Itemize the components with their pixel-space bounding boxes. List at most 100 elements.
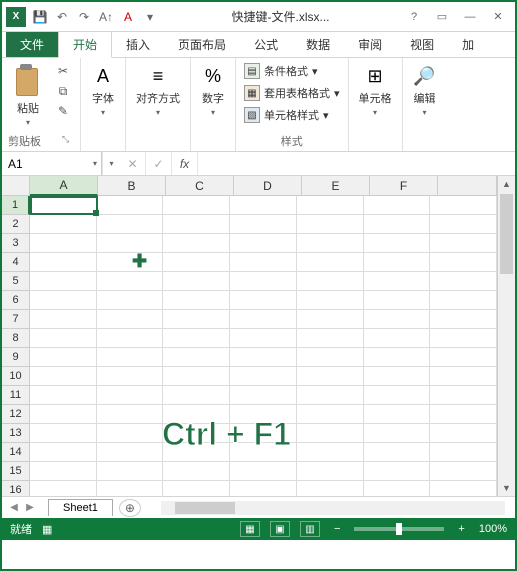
cell[interactable] [30, 253, 97, 272]
cell[interactable] [230, 348, 297, 367]
cell[interactable] [30, 329, 97, 348]
cell[interactable] [163, 215, 230, 234]
select-all-button[interactable] [2, 176, 30, 196]
cell[interactable] [430, 329, 497, 348]
cell[interactable] [230, 386, 297, 405]
cell[interactable] [230, 196, 297, 215]
cell[interactable] [30, 367, 97, 386]
clipboard-expand-button[interactable]: ⤡ [62, 134, 74, 146]
cell[interactable] [97, 443, 164, 462]
macro-recording-icon[interactable]: ▦ [42, 523, 52, 536]
row-header-15[interactable]: 15 [2, 462, 30, 481]
cell[interactable] [163, 367, 230, 386]
cell[interactable] [30, 405, 97, 424]
cell[interactable] [297, 291, 364, 310]
cell[interactable] [364, 348, 431, 367]
cell[interactable] [163, 196, 230, 215]
row-header-6[interactable]: 6 [2, 291, 30, 310]
horizontal-scrollbar[interactable] [161, 501, 505, 515]
sheet-tab-1[interactable]: Sheet1 [48, 499, 113, 516]
cell[interactable] [97, 481, 164, 496]
cell[interactable] [297, 462, 364, 481]
row-header-4[interactable]: 4 [2, 253, 30, 272]
number-group-button[interactable]: %数字▾ [197, 62, 229, 119]
cell[interactable] [364, 291, 431, 310]
row-header-3[interactable]: 3 [2, 234, 30, 253]
tab-page-layout[interactable]: 页面布局 [164, 32, 240, 57]
view-page-break-button[interactable]: ▥ [300, 521, 320, 537]
cell[interactable] [364, 424, 431, 443]
cell[interactable] [230, 234, 297, 253]
cell[interactable] [30, 215, 97, 234]
cell[interactable] [163, 253, 230, 272]
zoom-in-button[interactable]: + [454, 523, 468, 535]
cell[interactable] [297, 348, 364, 367]
cell[interactable] [364, 405, 431, 424]
ribbon-display-button[interactable]: ▭ [429, 7, 455, 27]
row-header-14[interactable]: 14 [2, 443, 30, 462]
cell[interactable] [297, 367, 364, 386]
vertical-scrollbar[interactable]: ▲ ▼ [497, 176, 515, 496]
cell[interactable] [163, 462, 230, 481]
cell[interactable] [297, 215, 364, 234]
cell[interactable] [97, 196, 164, 215]
cell[interactable] [163, 405, 230, 424]
cell[interactable] [230, 215, 297, 234]
cell[interactable] [97, 462, 164, 481]
row-header-1[interactable]: 1 [2, 196, 30, 215]
format-painter-button[interactable]: ✎ [52, 102, 74, 120]
zoom-slider[interactable] [354, 527, 444, 531]
cell[interactable] [97, 234, 164, 253]
cell[interactable] [97, 272, 164, 291]
cell[interactable] [30, 386, 97, 405]
cell[interactable] [30, 348, 97, 367]
cell[interactable] [297, 443, 364, 462]
cell[interactable] [430, 481, 497, 496]
cell[interactable] [30, 462, 97, 481]
cell[interactable] [97, 405, 164, 424]
view-normal-button[interactable]: ▦ [240, 521, 260, 537]
redo-button[interactable]: ↷ [74, 7, 94, 27]
cell[interactable] [364, 443, 431, 462]
cell[interactable] [163, 310, 230, 329]
cell[interactable] [30, 196, 97, 215]
view-page-layout-button[interactable]: ▣ [270, 521, 290, 537]
cell[interactable] [364, 386, 431, 405]
cell[interactable] [364, 196, 431, 215]
cell[interactable] [430, 348, 497, 367]
cell[interactable] [30, 424, 97, 443]
cell[interactable] [230, 310, 297, 329]
cell[interactable] [163, 234, 230, 253]
tab-review[interactable]: 审阅 [344, 32, 396, 57]
tab-insert[interactable]: 插入 [112, 32, 164, 57]
cell[interactable] [297, 272, 364, 291]
cell[interactable] [230, 481, 297, 496]
cell[interactable] [230, 405, 297, 424]
cut-button[interactable]: ✂ [52, 62, 74, 80]
alignment-group-button[interactable]: ≡对齐方式▾ [132, 62, 184, 119]
cell[interactable] [297, 253, 364, 272]
cell[interactable] [297, 481, 364, 496]
cell[interactable] [364, 215, 431, 234]
cell[interactable] [30, 272, 97, 291]
paste-button[interactable]: 粘贴 ▾ [8, 62, 48, 129]
col-header-b[interactable]: B [98, 176, 166, 196]
zoom-slider-thumb[interactable] [396, 523, 402, 535]
col-header-e[interactable]: E [302, 176, 370, 196]
cell[interactable] [30, 481, 97, 496]
col-header-f[interactable]: F [370, 176, 438, 196]
scroll-down-icon[interactable]: ▼ [498, 480, 515, 496]
cell[interactable] [430, 424, 497, 443]
insert-function-button[interactable]: fx [172, 152, 198, 175]
scroll-thumb[interactable] [500, 194, 513, 274]
cell[interactable] [163, 443, 230, 462]
font-group-button[interactable]: A字体▾ [87, 62, 119, 119]
cell[interactable] [230, 253, 297, 272]
cell[interactable] [230, 367, 297, 386]
row-header-12[interactable]: 12 [2, 405, 30, 424]
cells-group-button[interactable]: ⊞单元格▾ [355, 62, 396, 119]
cell[interactable] [230, 329, 297, 348]
cell[interactable] [97, 386, 164, 405]
cancel-formula-button[interactable]: ✕ [120, 152, 146, 175]
cell[interactable] [163, 272, 230, 291]
